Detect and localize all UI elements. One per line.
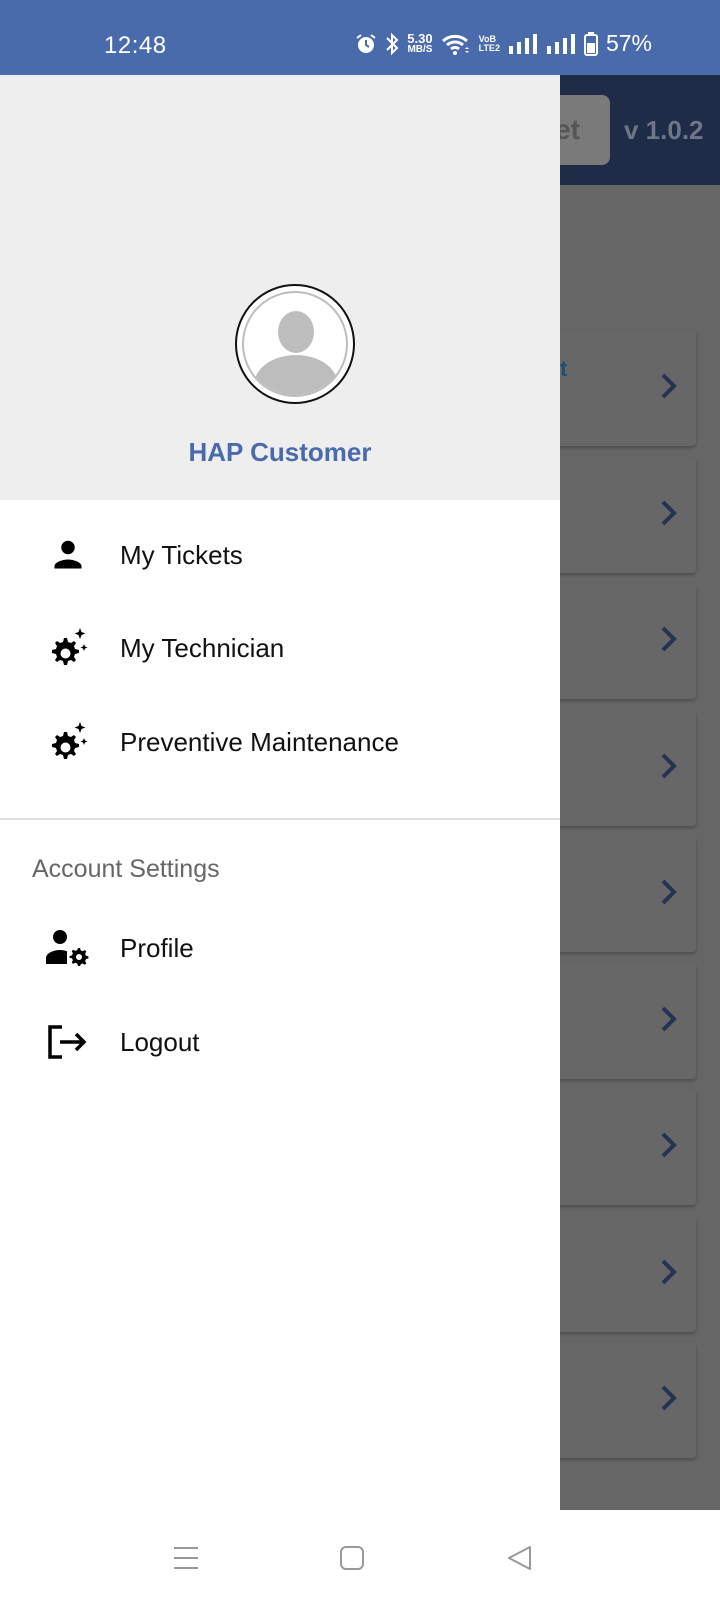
gear-sparkle-icon xyxy=(46,720,90,764)
menu-item-label: Profile xyxy=(120,932,194,963)
chevron-right-icon xyxy=(661,1385,677,1411)
alarm-icon xyxy=(356,33,376,53)
volte-icon: VoB LTE2 xyxy=(478,33,500,53)
chevron-right-icon xyxy=(661,1132,677,1158)
menu-item-my-tickets[interactable]: My Tickets xyxy=(0,515,560,595)
menu-item-label: My Technician xyxy=(120,632,285,663)
chevron-right-icon xyxy=(661,1259,677,1284)
status-time: 12:48 xyxy=(104,32,167,59)
menu-item-profile[interactable]: Profile xyxy=(0,908,560,988)
back-button[interactable] xyxy=(500,1540,540,1576)
chevron-right-icon xyxy=(661,500,677,525)
signal-icon xyxy=(508,33,537,54)
user-placeholder-icon xyxy=(242,291,348,397)
person-icon xyxy=(46,533,90,577)
user-name: HAP Customer xyxy=(188,437,372,467)
status-bar: 12:48 5.30 MB/S VoB LTE2 57% xyxy=(0,0,720,75)
person-gear-icon xyxy=(46,926,90,970)
status-icons: 5.30 MB/S VoB LTE2 57% xyxy=(355,30,652,57)
chevron-right-icon xyxy=(661,1006,677,1031)
menu-item-label: My Tickets xyxy=(120,539,243,570)
chevron-right-icon xyxy=(661,373,677,399)
home-icon xyxy=(340,1546,364,1570)
drawer-header: HAP Customer xyxy=(0,75,560,500)
card-title: t xyxy=(560,356,568,381)
chevron-right-icon xyxy=(661,626,677,652)
menu-item-label: Logout xyxy=(120,1026,200,1057)
menu-item-label: Preventive Maintenance xyxy=(120,726,399,757)
menu-item-preventive-maintenance[interactable]: Preventive Maintenance xyxy=(0,702,560,782)
battery-icon xyxy=(583,31,598,56)
back-icon xyxy=(508,1546,531,1570)
gear-sparkle-icon xyxy=(46,626,90,670)
section-header-account-settings: Account Settings xyxy=(32,855,220,883)
wifi-icon xyxy=(441,34,469,55)
navigation-drawer: HAP Customer My Tickets My Technician Pr… xyxy=(0,75,560,1510)
recents-button[interactable] xyxy=(166,1540,206,1576)
chevron-right-icon xyxy=(661,753,677,778)
logout-icon xyxy=(46,1020,90,1064)
battery-percent: 57% xyxy=(605,30,652,56)
menu-item-my-technician[interactable]: My Technician xyxy=(0,608,560,688)
avatar xyxy=(235,284,355,404)
recents-icon xyxy=(174,1547,198,1569)
home-button[interactable] xyxy=(332,1540,372,1576)
divider xyxy=(0,818,560,820)
chevron-right-icon xyxy=(661,879,677,905)
system-nav-bar xyxy=(0,1510,720,1600)
signal-icon xyxy=(546,33,575,54)
app-version: v 1.0.2 xyxy=(624,115,704,145)
bluetooth-icon xyxy=(386,32,399,55)
menu-item-logout[interactable]: Logout xyxy=(0,1002,560,1082)
network-speed: 5.30 MB/S xyxy=(407,31,433,55)
